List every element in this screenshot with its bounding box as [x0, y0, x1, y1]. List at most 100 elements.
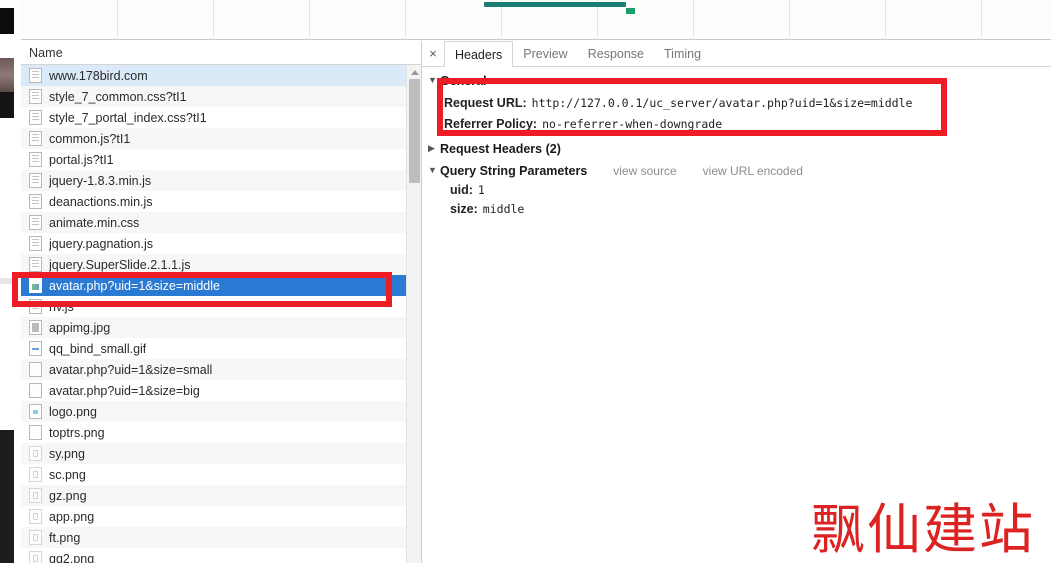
overview-gridline — [789, 0, 790, 40]
edge-seg-5 — [0, 92, 14, 118]
faint-image-icon — [29, 488, 42, 503]
scroll-up-arrow-icon[interactable] — [407, 65, 422, 79]
request-row[interactable]: sc.png — [21, 464, 421, 485]
network-overview-timeline[interactable] — [21, 0, 1051, 40]
request-row[interactable]: common.js?tI1 — [21, 128, 421, 149]
request-row-label: jquery.SuperSlide.2.1.1.js — [49, 257, 191, 272]
request-row-label: avatar.php?uid=1&size=small — [49, 362, 213, 377]
request-headers-title: Request Headers (2) — [440, 141, 561, 156]
referrer-policy-key: Referrer Policy: — [444, 116, 538, 131]
general-section-header[interactable]: General — [428, 71, 1051, 90]
blank-image-icon — [29, 425, 42, 440]
request-row[interactable]: jquery.SuperSlide.2.1.1.js — [21, 254, 421, 275]
document-icon — [29, 110, 42, 125]
query-string-title: Query String Parameters — [440, 163, 588, 178]
query-param-size-key: size: — [450, 201, 478, 216]
request-row-label: style_7_portal_index.css?tI1 — [49, 110, 207, 125]
requests-list-body[interactable]: www.178bird.com style_7_common.css?tI1sty… — [21, 65, 421, 563]
document-icon — [29, 152, 42, 167]
request-row[interactable]: www.178bird.com — [21, 65, 421, 86]
request-row[interactable]: app.png — [21, 506, 421, 527]
request-row-label: animate.min.css — [49, 215, 140, 230]
request-row-label: sy.png — [49, 446, 85, 461]
request-row-selected[interactable]: avatar.php?uid=1&size=middle — [21, 275, 421, 296]
requests-list-header: Name — [21, 41, 421, 65]
request-row[interactable]: jquery.pagnation.js — [21, 233, 421, 254]
request-row[interactable]: style_7_portal_index.css?tI1 — [21, 107, 421, 128]
request-row[interactable]: avatar.php?uid=1&size=big — [21, 380, 421, 401]
overview-gridline — [885, 0, 886, 40]
faint-image-icon — [29, 530, 42, 545]
query-param-size-value: middle — [482, 201, 525, 216]
tab-timing[interactable]: Timing — [654, 41, 711, 66]
request-row[interactable]: toptrs.png — [21, 422, 421, 443]
query-string-section[interactable]: Query String Parameters view source view… — [428, 161, 1051, 180]
request-row-label: logo.png — [49, 404, 97, 419]
request-row-label: common.js?tI1 — [49, 131, 131, 146]
document-icon — [29, 173, 42, 188]
request-row-label: ft.png — [49, 530, 81, 545]
document-icon — [29, 194, 42, 209]
request-row[interactable]: style_7_common.css?tI1 — [21, 86, 421, 107]
request-row[interactable]: avatar.php?uid=1&size=small — [21, 359, 421, 380]
scrollbar-thumb[interactable] — [409, 79, 420, 183]
edge-seg-2 — [0, 8, 14, 34]
request-row-label: portal.js?tI1 — [49, 152, 114, 167]
request-detail-pane: × Headers Preview Response Timing Genera… — [421, 41, 1051, 563]
overview-gridline — [309, 0, 310, 40]
query-param-uid: uid: 1 — [428, 180, 1051, 199]
overview-request-bar — [484, 2, 626, 7]
request-row[interactable]: ft.png — [21, 527, 421, 548]
general-section-title: General — [440, 73, 487, 88]
requests-list-scrollbar[interactable] — [406, 65, 422, 563]
tab-headers[interactable]: Headers — [444, 41, 514, 67]
document-icon — [29, 257, 42, 272]
request-row[interactable]: portal.js?tI1 — [21, 149, 421, 170]
request-row-label: deanactions.min.js — [49, 194, 153, 209]
request-row-label: avatar.php?uid=1&size=big — [49, 383, 200, 398]
column-header-name[interactable]: Name — [21, 46, 63, 60]
request-row[interactable]: qq_bind_small.gif — [21, 338, 421, 359]
query-param-size: size: middle — [428, 199, 1051, 218]
request-row[interactable]: jquery-1.8.3.min.js — [21, 170, 421, 191]
request-row-label: qq_bind_small.gif — [49, 341, 147, 356]
request-row[interactable]: hv.js — [21, 296, 421, 317]
overview-gridline — [693, 0, 694, 40]
request-row[interactable]: animate.min.css — [21, 212, 421, 233]
request-row-label: hv.js — [49, 299, 74, 314]
request-row[interactable]: logo.png — [21, 401, 421, 422]
request-row-label: jquery.pagnation.js — [49, 236, 154, 251]
image-icon — [29, 320, 42, 335]
request-row[interactable]: appimg.jpg — [21, 317, 421, 338]
request-row-label: avatar.php?uid=1&size=middle — [49, 278, 220, 293]
request-row[interactable]: qq2.png — [21, 548, 421, 563]
dash-image-icon — [29, 341, 42, 356]
request-row[interactable]: gz.png — [21, 485, 421, 506]
blank-image-icon — [29, 362, 42, 377]
request-row-label: gz.png — [49, 488, 87, 503]
request-row-label: appimg.jpg — [49, 320, 111, 335]
overview-gridline — [405, 0, 406, 40]
request-row[interactable]: sy.png — [21, 443, 421, 464]
edge-seg-6 — [0, 118, 14, 278]
tab-preview[interactable]: Preview — [513, 41, 577, 66]
overview-request-marker — [626, 8, 635, 14]
devtools-network-panel: Name www.178bird.com style_7_common.css?t… — [0, 0, 1051, 563]
chevron-down-icon[interactable] — [428, 166, 440, 175]
request-row-label: www.178bird.com — [49, 68, 148, 83]
request-headers-section[interactable]: Request Headers (2) — [428, 139, 1051, 158]
tab-response[interactable]: Response — [578, 41, 654, 66]
overview-gridline — [117, 0, 118, 40]
document-icon — [29, 68, 42, 83]
page-edge-strip — [0, 0, 14, 563]
request-url-value[interactable]: http://127.0.0.1/uc_server/avatar.php?ui… — [532, 96, 913, 110]
view-source-link[interactable]: view source — [613, 164, 676, 178]
view-url-encoded-link[interactable]: view URL encoded — [703, 164, 803, 178]
request-row-label: app.png — [49, 509, 95, 524]
request-row[interactable]: deanactions.min.js — [21, 191, 421, 212]
chevron-down-icon[interactable] — [428, 76, 440, 85]
detail-tabbar: × Headers Preview Response Timing — [422, 41, 1051, 67]
close-icon[interactable]: × — [422, 41, 444, 66]
watermark-text: 飘仙建站 — [811, 497, 1035, 561]
chevron-right-icon[interactable] — [428, 144, 440, 153]
